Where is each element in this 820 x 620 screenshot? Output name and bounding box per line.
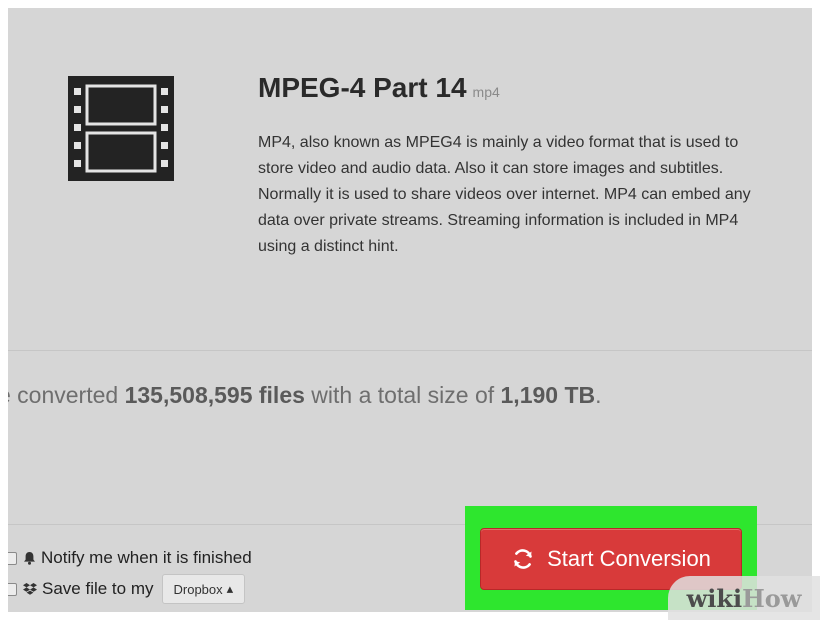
wikihow-watermark: wiki How [668,576,820,620]
bell-icon [23,551,36,565]
stats-middle: with a total size of [304,382,501,408]
watermark-part-2: How [742,583,802,613]
stats-suffix: . [595,382,602,408]
format-description: MP4, also known as MPEG4 is mainly a vid… [258,134,751,255]
save-checkbox[interactable] [8,582,17,596]
watermark-part-1: wiki [686,583,743,613]
format-extension: mp4 [472,84,500,100]
dropbox-icon [23,582,37,596]
caret-up-icon: ▴ [226,581,234,596]
notify-checkbox[interactable] [8,551,17,565]
save-option[interactable]: Save file to my Dropbox ▴ [8,574,246,604]
divider [8,350,812,351]
conversion-stats: e converted 135,508,595 files with a tot… [8,382,602,409]
format-title: MPEG-4 Part 14 mp4 [258,72,500,104]
dropbox-dropdown-button[interactable]: Dropbox ▴ [161,574,246,604]
notify-label: Notify me when it is finished [41,548,252,567]
save-label: Save file to my [42,579,154,598]
stats-files-count: 135,508,595 files [124,382,305,408]
stats-total-size: 1,190 TB [500,382,596,408]
stats-prefix: e converted [8,382,125,408]
notify-option[interactable]: Notify me when it is finished [8,546,252,570]
film-icon [68,76,174,181]
refresh-icon [511,547,535,571]
dropbox-button-label: Dropbox [173,581,223,597]
start-conversion-label: Start Conversion [547,546,711,571]
format-title-text: MPEG-4 Part 14 [258,72,467,103]
